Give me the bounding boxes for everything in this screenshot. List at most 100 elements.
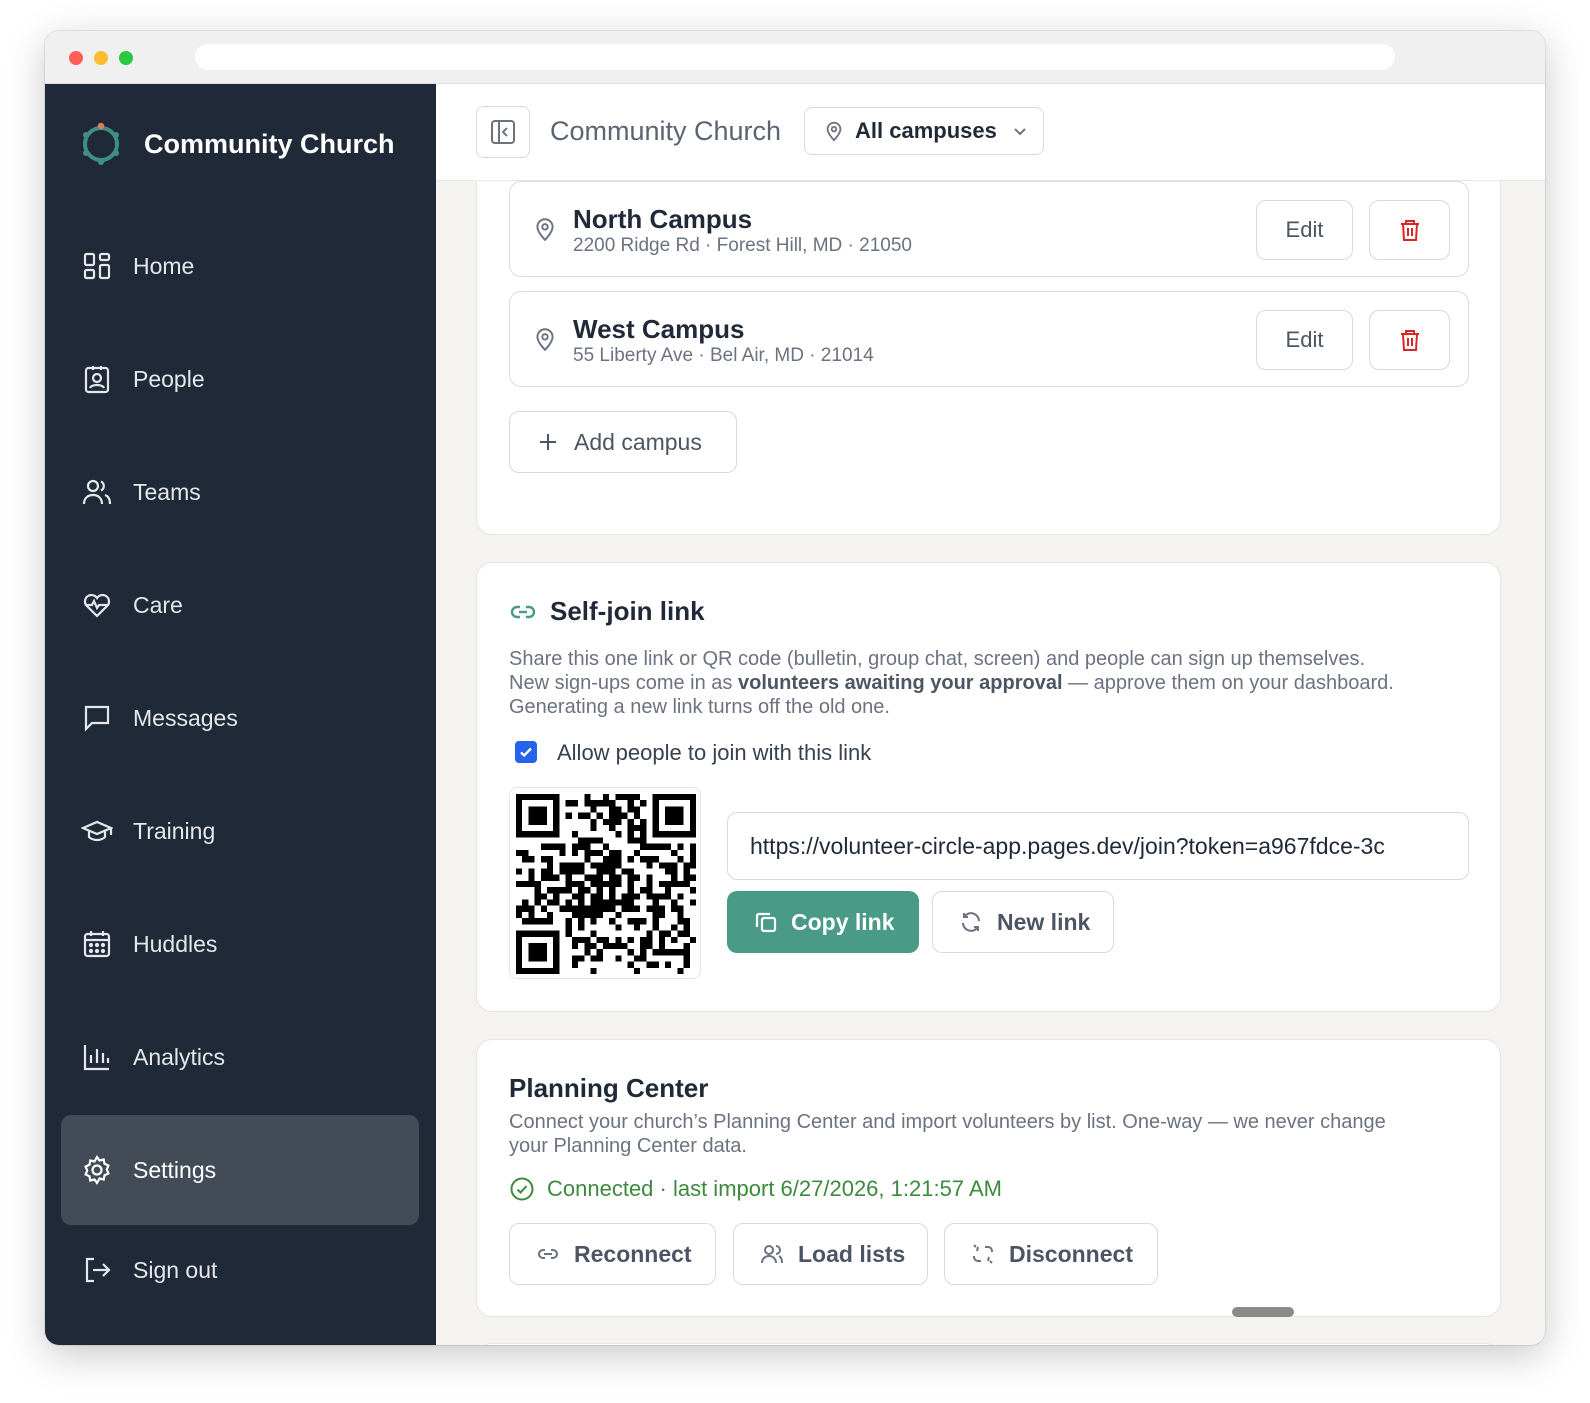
trash-icon <box>1400 220 1419 241</box>
location-pin-icon <box>536 328 554 352</box>
connection-status: Connected · last import 6/27/2026, 1:21:… <box>509 1176 1002 1202</box>
sidebar-item-label: Teams <box>133 478 201 505</box>
self-join-desc-line2: New sign-ups come in as volunteers await… <box>509 671 1489 695</box>
disconnect-label: Disconnect <box>1009 1240 1133 1267</box>
qr-code-image <box>516 794 696 974</box>
location-pin-icon <box>536 218 554 242</box>
desc-text: — approve them on your dashboard. <box>1062 672 1394 694</box>
top-bar: Community Church All campuses <box>436 84 1545 181</box>
users-icon <box>761 1245 783 1264</box>
sidebar: Community Church Home People Teams Care … <box>45 84 436 1345</box>
sidebar-item-teams[interactable]: Teams <box>61 437 419 547</box>
load-lists-button[interactable]: Load lists <box>733 1223 928 1285</box>
trash-icon <box>1400 330 1419 351</box>
scrollbar-thumb[interactable] <box>1232 1307 1294 1317</box>
add-campus-label: Add campus <box>574 428 702 455</box>
desc-bold-text: volunteers awaiting your approval <box>737 672 1063 694</box>
link-icon <box>538 1249 558 1259</box>
edit-campus-button[interactable]: Edit <box>1256 310 1353 370</box>
sidebar-item-huddles[interactable]: Huddles <box>61 889 419 999</box>
edit-campus-button[interactable]: Edit <box>1256 200 1353 260</box>
sidebar-item-label: Care <box>133 591 183 618</box>
sidebar-item-sign-out[interactable]: Sign out <box>61 1230 419 1310</box>
connection-status-text: Connected · last import 6/27/2026, 1:21:… <box>547 1176 1002 1201</box>
campus-name: West Campus <box>573 314 745 344</box>
campus-select[interactable]: All campuses <box>804 107 1044 155</box>
self-join-title: Self-join link <box>550 596 705 626</box>
window-titlebar <box>45 31 1545 84</box>
desc-text: New sign-ups come in as <box>509 672 738 694</box>
settings-icon <box>84 1154 110 1186</box>
brand[interactable]: Community Church <box>78 114 395 174</box>
huddles-icon <box>83 931 111 958</box>
checkmark-icon <box>520 747 532 758</box>
campus-name: North Campus <box>573 204 753 234</box>
planning-center-desc-line2: your Planning Center data. <box>509 1135 747 1157</box>
unlink-icon <box>973 1244 993 1264</box>
sidebar-item-label: Settings <box>133 1156 217 1183</box>
next-card <box>476 1343 1501 1345</box>
self-join-desc-line3: Generating a new link turns off the old … <box>509 696 890 718</box>
sidebar-item-home[interactable]: Home <box>61 211 419 321</box>
join-link-field[interactable]: https://volunteer-circle-app.pages.dev/j… <box>727 812 1469 880</box>
main-content: Community Church All campuses North Camp… <box>436 84 1545 1345</box>
chevron-down-icon <box>1014 128 1026 136</box>
home-icon <box>83 252 111 280</box>
care-icon <box>83 593 111 618</box>
training-icon <box>81 820 113 842</box>
reconnect-label: Reconnect <box>574 1240 692 1267</box>
page-title: Community Church <box>550 116 782 146</box>
close-window-button[interactable] <box>69 51 83 65</box>
load-lists-label: Load lists <box>798 1240 906 1267</box>
address-bar[interactable] <box>195 44 1395 70</box>
delete-campus-button[interactable] <box>1369 200 1450 260</box>
sidebar-item-analytics[interactable]: Analytics <box>61 1002 419 1112</box>
campus-address: 2200 Ridge Rd · Forest Hill, MD · 21050 <box>573 235 912 256</box>
sidebar-item-settings[interactable]: Settings <box>61 1115 419 1225</box>
refresh-icon <box>962 912 980 932</box>
church-logo-icon <box>83 122 119 165</box>
copy-link-button[interactable]: Copy link <box>727 891 919 953</box>
disconnect-button[interactable]: Disconnect <box>944 1223 1158 1285</box>
planning-center-desc-line1: Connect your church’s Planning Center an… <box>509 1111 1386 1133</box>
add-campus-button[interactable]: Add campus <box>509 411 737 473</box>
sidebar-item-label: Home <box>133 252 195 279</box>
sidebar-item-label: Analytics <box>133 1043 226 1070</box>
minimize-window-button[interactable] <box>94 51 108 65</box>
sidebar-item-label: Sign out <box>133 1256 218 1283</box>
self-join-desc-line1: Share this one link or QR code (bulletin… <box>509 648 1366 670</box>
sidebar-item-messages[interactable]: Messages <box>61 663 419 773</box>
copy-link-label: Copy link <box>791 908 895 935</box>
sidebar-item-training[interactable]: Training <box>61 776 419 886</box>
planning-center-title: Planning Center <box>509 1073 709 1103</box>
campuses-card: North Campus 2200 Ridge Rd · Forest Hill… <box>476 154 1501 535</box>
messages-icon <box>84 705 110 732</box>
teams-icon <box>82 479 112 505</box>
planning-center-description: Connect your church’s Planning Center an… <box>509 1110 1489 1158</box>
campus-row-north: North Campus 2200 Ridge Rd · Forest Hill… <box>509 181 1469 277</box>
sidebar-item-care[interactable]: Care <box>61 550 419 660</box>
allow-join-checkbox[interactable] <box>515 741 537 763</box>
collapse-sidebar-button[interactable] <box>476 106 530 158</box>
reconnect-button[interactable]: Reconnect <box>509 1223 716 1285</box>
self-join-card: Self-join link Share this one link or QR… <box>476 562 1501 1012</box>
new-link-label: New link <box>997 908 1091 935</box>
new-link-button[interactable]: New link <box>932 891 1114 953</box>
self-join-description: Share this one link or QR code (bulletin… <box>509 647 1489 719</box>
delete-campus-button[interactable] <box>1369 310 1450 370</box>
allow-join-label[interactable]: Allow people to join with this link <box>557 740 871 766</box>
sidebar-item-label: Huddles <box>133 930 218 957</box>
qr-code <box>509 787 701 979</box>
sign-out-icon <box>85 1257 111 1283</box>
brand-name: Community Church <box>144 128 395 159</box>
location-pin-icon <box>826 121 842 142</box>
campus-row-west: West Campus 55 Liberty Ave · Bel Air, MD… <box>509 291 1469 387</box>
sidebar-toggle-icon <box>491 120 515 144</box>
sidebar-item-people[interactable]: People <box>61 324 419 434</box>
sidebar-item-label: Messages <box>133 704 238 731</box>
maximize-window-button[interactable] <box>119 51 133 65</box>
campus-select-value: All campuses <box>855 118 997 143</box>
browser-window: Community Church Home People Teams Care … <box>45 31 1545 1345</box>
planning-center-card: Planning Center Connect your church’s Pl… <box>476 1039 1501 1317</box>
sidebar-item-label: Training <box>133 817 216 844</box>
